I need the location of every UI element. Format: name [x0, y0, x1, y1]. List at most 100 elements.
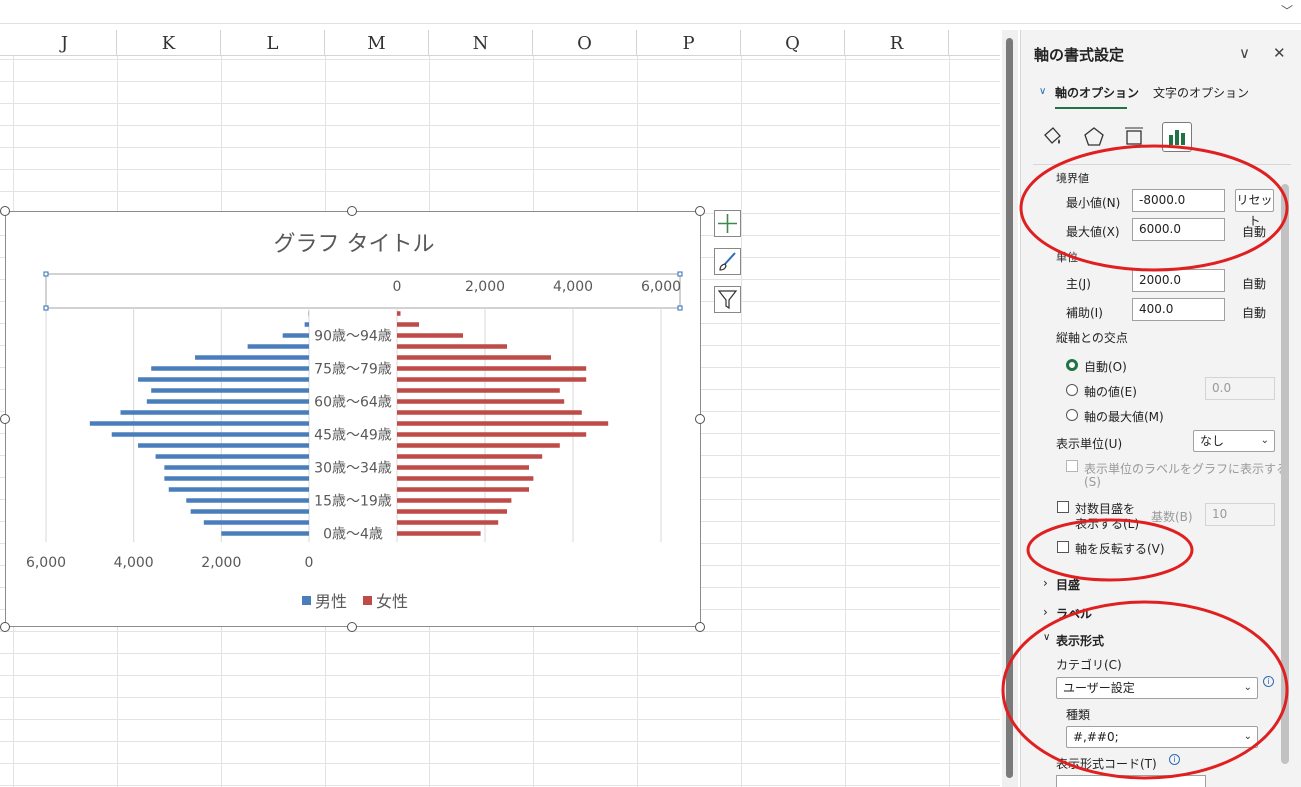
bar-male-3[interactable] — [186, 498, 309, 503]
bar-female-6[interactable] — [397, 465, 529, 470]
expand-ticks-icon[interactable]: › — [1043, 576, 1048, 590]
cross-value-input[interactable]: 0.0 — [1205, 377, 1275, 400]
section-labels[interactable]: ラベル — [1056, 605, 1092, 622]
column-header-j[interactable]: J — [13, 30, 117, 56]
effects-icon[interactable] — [1079, 122, 1109, 152]
column-header-l[interactable]: L — [221, 30, 325, 56]
bar-male-13[interactable] — [151, 388, 309, 393]
size-properties-icon[interactable] — [1119, 122, 1149, 152]
bar-female-0[interactable] — [397, 531, 481, 536]
chart-elements-button[interactable] — [714, 210, 741, 237]
bar-male-9[interactable] — [111, 432, 309, 437]
resize-handle-nw[interactable] — [0, 206, 10, 216]
bar-male-15[interactable] — [151, 366, 309, 371]
bar-female-15[interactable] — [397, 366, 587, 371]
resize-handle-n[interactable] — [347, 206, 357, 216]
column-header-o[interactable]: O — [533, 30, 637, 56]
info-icon[interactable]: i — [1263, 676, 1274, 687]
bar-female-4[interactable] — [397, 487, 529, 492]
bar-male-10[interactable] — [89, 421, 309, 426]
population-pyramid-chart[interactable]: グラフ タイトル 0 2,000 4,000 6,000 6,000 4,000… — [5, 211, 701, 627]
bar-male-6[interactable] — [164, 465, 309, 470]
bar-male-14[interactable] — [138, 377, 309, 382]
collapse-number-icon[interactable]: ∨ — [1043, 632, 1050, 643]
bar-male-0[interactable] — [221, 531, 309, 536]
resize-handle-ne[interactable] — [695, 206, 705, 216]
bar-female-2[interactable] — [397, 509, 507, 514]
column-header-r[interactable]: R — [845, 30, 949, 56]
column-header-k[interactable]: K — [117, 30, 221, 56]
bar-female-11[interactable] — [397, 410, 582, 415]
bar-female-8[interactable] — [397, 443, 560, 448]
cross-auto-radio[interactable] — [1066, 359, 1078, 371]
bar-female-18[interactable] — [397, 333, 463, 338]
sheet-vertical-scrollbar[interactable] — [1002, 30, 1018, 787]
bar-male-18[interactable] — [282, 333, 309, 338]
chart-filters-button[interactable] — [714, 286, 741, 313]
resize-handle-se[interactable] — [695, 622, 705, 632]
min-value-input[interactable]: -8000.0 — [1132, 189, 1225, 212]
bar-male-11[interactable] — [120, 410, 310, 415]
section-number[interactable]: 表示形式 — [1056, 632, 1104, 649]
type-select[interactable]: #,##0; ⌄ — [1066, 726, 1258, 748]
column-header-q[interactable]: Q — [741, 30, 845, 56]
bar-male-8[interactable] — [138, 443, 309, 448]
bar-female-3[interactable] — [397, 498, 512, 503]
bar-male-4[interactable] — [168, 487, 309, 492]
display-unit-select[interactable]: なし ⌄ — [1193, 430, 1275, 452]
bar-female-5[interactable] — [397, 476, 534, 481]
bar-male-7[interactable] — [155, 454, 309, 459]
resize-handle-sw[interactable] — [0, 622, 10, 632]
bar-female-20[interactable] — [397, 311, 401, 316]
bar-female-13[interactable] — [397, 388, 560, 393]
bar-female-14[interactable] — [397, 377, 587, 382]
tab-axis-options[interactable]: 軸のオプション — [1055, 84, 1139, 101]
bar-female-19[interactable] — [397, 322, 419, 327]
log-scale-checkbox[interactable] — [1057, 501, 1069, 513]
expand-formula-bar-icon[interactable]: ﹀ — [1281, 2, 1293, 19]
bar-female-16[interactable] — [397, 355, 551, 360]
column-header-m[interactable]: M — [325, 30, 429, 56]
bar-female-12[interactable] — [397, 399, 565, 404]
bar-male-16[interactable] — [195, 355, 309, 360]
bar-female-9[interactable] — [397, 432, 587, 437]
scrollbar-thumb[interactable] — [1006, 38, 1013, 778]
expand-labels-icon[interactable]: › — [1043, 605, 1048, 619]
bar-male-5[interactable] — [164, 476, 309, 481]
info-icon[interactable]: i — [1169, 754, 1180, 765]
axis-options-icon[interactable] — [1162, 122, 1192, 152]
bar-male-17[interactable] — [247, 344, 309, 349]
bar-female-17[interactable] — [397, 344, 507, 349]
formula-bar[interactable]: ﹀ — [0, 0, 1301, 24]
pane-scrollbar-thumb[interactable] — [1281, 184, 1289, 764]
base-input[interactable]: 10 — [1205, 503, 1275, 526]
format-code-input[interactable] — [1056, 775, 1206, 787]
section-ticks[interactable]: 目盛 — [1056, 576, 1080, 593]
bar-male-1[interactable] — [203, 520, 309, 525]
pane-options-chevron-icon[interactable]: ∨ — [1239, 44, 1250, 62]
bar-female-1[interactable] — [397, 520, 499, 525]
reverse-axis-checkbox[interactable] — [1057, 541, 1069, 553]
column-header-p[interactable]: P — [637, 30, 741, 56]
close-icon[interactable]: ✕ — [1273, 44, 1286, 62]
bar-male-19[interactable] — [304, 322, 309, 327]
bar-male-2[interactable] — [190, 509, 309, 514]
major-unit-input[interactable]: 2000.0 — [1132, 269, 1225, 292]
category-select[interactable]: ユーザー設定 ⌄ — [1056, 677, 1258, 699]
cross-max-radio[interactable] — [1066, 409, 1078, 421]
cross-value-radio[interactable] — [1066, 384, 1078, 396]
legend[interactable]: 男性 女性 — [302, 592, 408, 611]
bar-male-12[interactable] — [146, 399, 309, 404]
bar-female-10[interactable] — [397, 421, 609, 426]
tab-text-options[interactable]: 文字のオプション — [1153, 84, 1249, 101]
chart-styles-button[interactable] — [714, 248, 741, 275]
resize-handle-s[interactable] — [347, 622, 357, 632]
max-value-input[interactable]: 6000.0 — [1132, 218, 1225, 241]
minor-unit-input[interactable]: 400.0 — [1132, 298, 1225, 321]
pane-scrollbar[interactable] — [1279, 176, 1291, 776]
resize-handle-e[interactable] — [695, 414, 705, 424]
column-header-n[interactable]: N — [429, 30, 533, 56]
fill-line-icon[interactable] — [1037, 122, 1067, 152]
chart-title[interactable]: グラフ タイトル — [274, 232, 435, 257]
bar-female-7[interactable] — [397, 454, 543, 459]
